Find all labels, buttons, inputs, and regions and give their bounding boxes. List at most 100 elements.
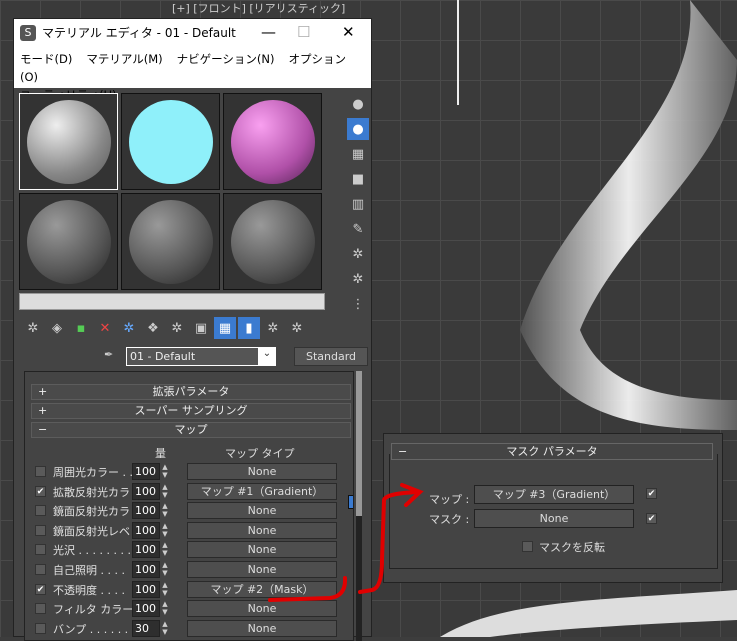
go-forward-sibling-icon[interactable]: ✲	[286, 317, 308, 339]
map-enabled-checkbox[interactable]: ✔	[646, 488, 657, 499]
menu-navigation[interactable]: ナビゲーション(N)	[177, 52, 275, 66]
map-type-header: マップ タイプ	[225, 447, 295, 460]
map-row: バンプ . . . . . . . 30 ▲ ▼ None	[31, 619, 351, 638]
map-row: 自己照明 . . . . 100 ▲ ▼ None	[31, 561, 351, 579]
rollout-title: スーパー サンプリング	[134, 404, 248, 417]
reset-map-icon[interactable]: ✕	[94, 317, 116, 339]
expand-icon: +	[38, 404, 48, 417]
amount-input[interactable]: 30	[132, 619, 160, 637]
close-button[interactable]: ✕	[342, 23, 355, 41]
sample-slot[interactable]	[121, 93, 220, 190]
amount-spinner[interactable]: ▲ ▼	[160, 561, 170, 578]
make-unique-icon[interactable]: ❖	[142, 317, 164, 339]
mask-enabled-checkbox[interactable]: ✔	[646, 513, 657, 524]
material-name-input[interactable]: 01 - Default	[126, 347, 276, 366]
background-checker-icon[interactable]: ▦	[347, 143, 369, 165]
map-button[interactable]: マップ #3（Gradient）	[474, 485, 634, 504]
map-enable-checkbox[interactable]	[35, 544, 46, 556]
map-label: マップ :	[429, 493, 470, 506]
show-end-result-icon[interactable]: ▮	[238, 317, 260, 339]
get-material-icon[interactable]: ✲	[22, 317, 44, 339]
amount-spinner[interactable]: ▲ ▼	[160, 483, 170, 500]
map-button[interactable]: マップ #1（Gradient）	[187, 482, 337, 500]
map-row: 鏡面反射光レベ 100 ▲ ▼ None	[31, 521, 351, 540]
sample-slot[interactable]	[121, 193, 220, 290]
eyedropper-icon[interactable]: ✒	[104, 348, 113, 361]
go-to-parent-icon[interactable]: ✲	[262, 317, 284, 339]
rollout-maps[interactable]: − マップ	[31, 422, 351, 438]
show-map-icon[interactable]: ▣	[190, 317, 212, 339]
rollout-supersampling[interactable]: + スーパー サンプリング	[31, 403, 351, 419]
make-preview-icon[interactable]: ✎	[347, 218, 369, 240]
map-button[interactable]: None	[187, 521, 337, 539]
amount-spinner[interactable]: ▲ ▼	[160, 620, 170, 637]
map-button[interactable]: None	[187, 619, 337, 637]
material-type-button[interactable]: Standard	[294, 347, 368, 366]
assign-material-icon[interactable]: ▪	[70, 317, 92, 339]
amount-spinner[interactable]: ▲ ▼	[160, 463, 170, 480]
uv-tiling-icon[interactable]: ■	[347, 168, 369, 190]
sample-slot[interactable]	[19, 193, 118, 290]
parameters-scrollbar[interactable]	[356, 371, 362, 641]
mask-label: マスク :	[429, 513, 470, 526]
map-enable-checkbox[interactable]	[35, 466, 46, 477]
amount-input[interactable]: 100	[132, 580, 160, 598]
amount-input[interactable]: 100	[132, 521, 160, 539]
map-enable-checkbox[interactable]	[35, 564, 46, 575]
map-button[interactable]: None	[187, 561, 337, 578]
parameters-panel: + 拡張パラメータ + スーパー サンプリング − マップ 量 マップ タイプ 周囲光…	[24, 371, 354, 641]
lock-icon[interactable]: 🔒︎	[348, 495, 353, 509]
map-enable-checkbox[interactable]: ✔	[35, 485, 46, 497]
map-enable-checkbox[interactable]	[35, 603, 46, 615]
mask-button[interactable]: None	[474, 509, 634, 528]
chevron-down-icon[interactable]: ⌄	[258, 348, 276, 365]
map-button[interactable]: None	[187, 502, 337, 520]
amount-input[interactable]: 100	[132, 463, 160, 480]
options-icon[interactable]: ✲	[347, 243, 369, 265]
menu-bar: モード(D)マテリアル(M)ナビゲーション(N)オプション(O) ユーティリティ…	[14, 46, 371, 102]
amount-spinner[interactable]: ▲ ▼	[160, 502, 170, 519]
material-map-navigator-icon[interactable]: ⋮	[347, 293, 369, 315]
sample-slot[interactable]	[223, 93, 322, 190]
amount-spinner[interactable]: ▲ ▼	[160, 541, 170, 558]
invert-mask-checkbox[interactable]	[522, 541, 533, 552]
backlight-icon[interactable]: ●	[347, 118, 369, 140]
amount-input[interactable]: 100	[132, 482, 160, 500]
amount-input[interactable]: 100	[132, 541, 160, 559]
sample-type-icon[interactable]: ●	[347, 93, 369, 115]
viewport-label[interactable]: [+] [フロント] [リアリスティック]	[172, 0, 345, 16]
amount-input[interactable]: 100	[132, 502, 160, 520]
map-button[interactable]: None	[187, 600, 337, 618]
menu-material[interactable]: マテリアル(M)	[86, 52, 162, 66]
map-channel-label: 拡散反射光カラ	[53, 485, 130, 499]
sample-slot[interactable]	[19, 93, 118, 190]
menu-mode[interactable]: モード(D)	[20, 52, 72, 66]
collapse-icon: −	[38, 423, 48, 436]
slots-horizontal-scrollbar[interactable]	[19, 293, 325, 310]
map-enable-checkbox[interactable]: ✔	[35, 583, 46, 595]
amount-spinner[interactable]: ▲ ▼	[160, 600, 170, 617]
amount-input[interactable]: 100	[132, 561, 160, 578]
show-shaded-material-icon[interactable]: ▦	[214, 317, 236, 339]
collapse-icon: −	[398, 445, 408, 458]
title-bar[interactable]: S マテリアル エディタ - 01 - Default — ☐ ✕	[14, 19, 371, 46]
map-button[interactable]: マップ #2（Mask）	[187, 580, 337, 598]
map-enable-checkbox[interactable]	[35, 622, 46, 634]
sample-slot[interactable]	[223, 193, 322, 290]
map-button[interactable]: None	[187, 541, 337, 559]
video-color-check-icon[interactable]: ▥	[347, 193, 369, 215]
rollout-extended-parameters[interactable]: + 拡張パラメータ	[31, 384, 351, 400]
minimize-button[interactable]: —	[261, 23, 276, 41]
map-button[interactable]: None	[187, 463, 337, 480]
amount-input[interactable]: 100	[132, 600, 160, 618]
amount-spinner[interactable]: ▲ ▼	[160, 522, 170, 539]
select-by-material-icon[interactable]: ✲	[347, 268, 369, 290]
amount-spinner[interactable]: ▲ ▼	[160, 581, 170, 598]
material-id-icon[interactable]: ✲	[166, 317, 188, 339]
mask-parameters-rollout[interactable]: − マスク パラメータ	[391, 443, 713, 460]
map-enable-checkbox[interactable]	[35, 505, 46, 517]
put-material-icon[interactable]: ◈	[46, 317, 68, 339]
maximize-button[interactable]: ☐	[297, 23, 310, 41]
copy-material-icon[interactable]: ✲	[118, 317, 140, 339]
map-enable-checkbox[interactable]	[35, 524, 46, 536]
